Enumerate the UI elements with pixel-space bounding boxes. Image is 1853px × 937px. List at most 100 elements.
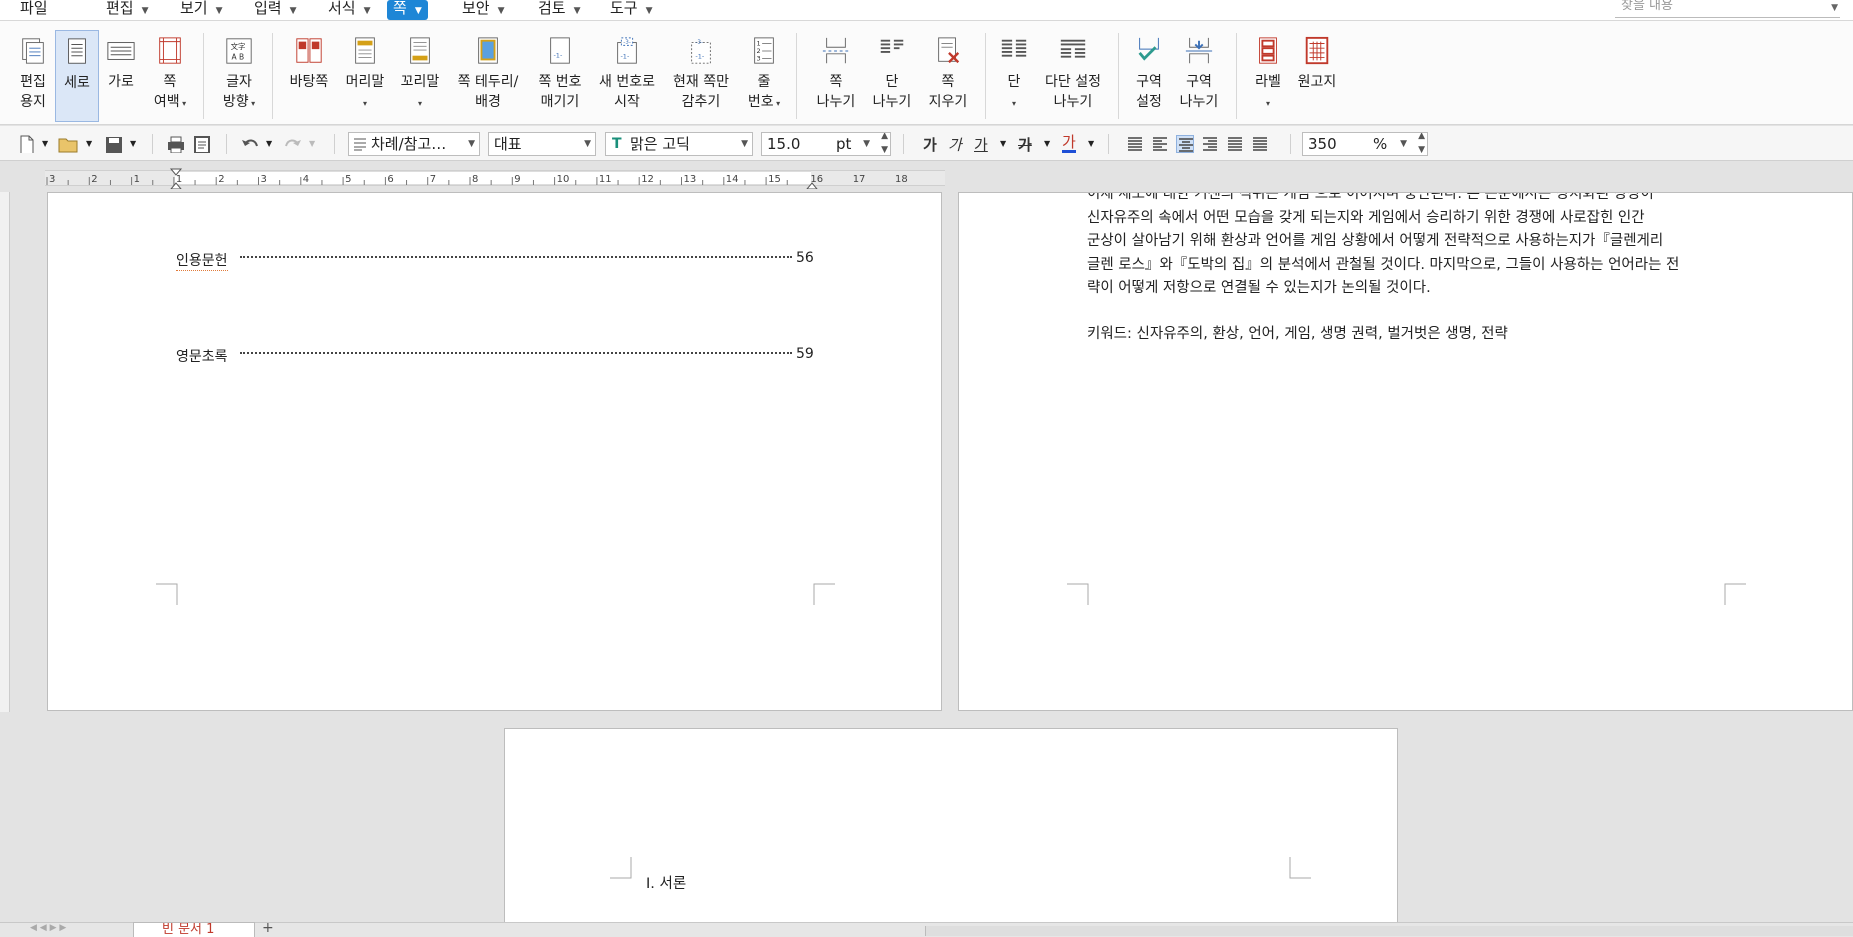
section-break-icon <box>1185 37 1213 64</box>
chevron-down-icon[interactable]: ▼ <box>130 139 136 157</box>
font-color-button[interactable]: 가 <box>1062 134 1076 153</box>
page-border-button[interactable]: 쪽 테두리/배경 <box>452 30 524 122</box>
manuscript-button[interactable]: 원고지 <box>1294 30 1340 122</box>
chevron-down-icon[interactable]: ▼ <box>266 139 272 157</box>
header-button[interactable]: 머리말 ▾ <box>342 30 388 122</box>
multi-column-button[interactable]: 다단 설정 나누기 <box>1040 30 1106 122</box>
chevron-down-icon[interactable]: ▼ <box>584 133 591 155</box>
ruler-tick-label: 11 <box>599 174 612 185</box>
align-left-icon[interactable] <box>1151 135 1169 153</box>
background-page-button[interactable]: 바탕쪽 <box>286 30 332 122</box>
text-direction-button[interactable]: 文字 A B 글자 방향 ▾ <box>217 30 261 122</box>
new-document-icon[interactable] <box>18 135 36 153</box>
ribbon-label: 여백 <box>153 94 180 110</box>
chevron-down-icon[interactable]: ▼ <box>1831 2 1838 14</box>
font-select[interactable]: T 맑은 고딕 ▼ <box>605 132 753 156</box>
delete-page-button[interactable]: 쪽 지우기 <box>922 30 974 122</box>
chevron-down-icon: ▼ <box>645 6 653 16</box>
tab-document-1[interactable]: 빈 문서 1 <box>133 922 255 937</box>
underline-button[interactable]: 가 <box>974 134 988 155</box>
redo-icon[interactable] <box>283 135 303 153</box>
find-input[interactable]: 찾을 내용 ▼ <box>1615 0 1840 18</box>
ruler-tick-label: 9 <box>514 174 520 185</box>
spin-icon[interactable]: ▲ ▼ <box>1418 133 1425 155</box>
horizontal-ruler[interactable]: 3 2 1 1 2 3 4 5 6 7 8 9 10 11 12 13 14 15 16 17 18 <box>45 167 945 189</box>
ruler-tick-label: 14 <box>726 174 739 185</box>
hide-page-button[interactable]: -3- -1- 현재 쪽만 감추기 <box>668 30 734 122</box>
font-size-field[interactable]: 15.0 pt ▼ ▲ ▼ <box>761 132 891 156</box>
footer-button[interactable]: 꼬리말 ▾ <box>397 30 443 122</box>
portrait-button[interactable]: 세로 <box>55 30 99 122</box>
chevron-down-icon: ▾ <box>1011 99 1016 108</box>
add-tab-button[interactable]: + <box>262 920 274 936</box>
page-1[interactable]: 인용문헌 56 영문초록 59 <box>47 192 942 711</box>
align-center-icon[interactable] <box>1176 135 1194 153</box>
toc-leader <box>240 352 792 354</box>
menu-item-4[interactable]: 서식 ▼ <box>322 0 377 20</box>
chevron-down-icon: ▼ <box>289 6 297 16</box>
menu-item-5[interactable]: 쪽 ▼ <box>387 0 428 20</box>
print-icon[interactable] <box>166 135 186 153</box>
spin-icon[interactable]: ▲ ▼ <box>881 133 888 155</box>
new-number-button[interactable]: -3- -1- 새 번호로 시작 <box>596 30 658 122</box>
column-break-button[interactable]: 단 나누기 <box>866 30 918 122</box>
tab-label: 빈 문서 1 <box>162 922 215 937</box>
chevron-down-icon[interactable]: ▼ <box>42 139 48 157</box>
chevron-down-icon[interactable]: ▼ <box>1088 139 1094 157</box>
page-margin-button[interactable]: 쪽 여백 ▾ <box>150 30 190 122</box>
bold-button[interactable]: 가 <box>923 134 937 155</box>
vertical-ruler[interactable] <box>0 192 10 712</box>
menu-item-7[interactable]: 검토 ▼ <box>532 0 587 20</box>
ribbon-label: 머리말 <box>345 74 385 90</box>
chevron-down-icon[interactable]: ▼ <box>741 133 748 155</box>
chevron-down-icon[interactable]: ▼ <box>86 139 92 157</box>
menu-item-1[interactable]: 편집 ▼ <box>100 0 155 20</box>
abstract-line: 군상이 살아남기 위해 환상과 언어를 게임 상황에서 어떻게 전략적으로 사용… <box>1087 233 1664 249</box>
menu-item-6[interactable]: 보안 ▼ <box>456 0 511 20</box>
strikethrough-button[interactable]: 가 <box>1018 134 1032 155</box>
section-setup-button[interactable]: 구역 설정 <box>1128 30 1170 122</box>
abstract-line: 신자유주의 속에서 어떤 모습을 갖게 되는지와 게임에서 승리하기 위한 경쟁… <box>1087 209 1645 226</box>
italic-button[interactable]: 가 <box>948 134 962 155</box>
section-break-button[interactable]: 구역 나누기 <box>1176 30 1222 122</box>
save-icon[interactable] <box>104 135 124 153</box>
ribbon-label: 새 번호로 <box>599 74 655 90</box>
page-2[interactable]: 이제 세모에 대한 거센의 적취는 게임 으로 이어지며 중단된다. 본 논문에… <box>958 192 1853 711</box>
column-button[interactable]: 단 ▾ <box>996 30 1032 122</box>
chevron-down-icon[interactable]: ▼ <box>1400 133 1407 155</box>
page-3[interactable]: I. 서론 <box>504 728 1398 928</box>
undo-icon[interactable] <box>240 135 260 153</box>
horizontal-scrollbar[interactable] <box>925 926 1853 936</box>
chevron-down-icon: ▾ <box>1265 99 1270 108</box>
ribbon-label: 번호 <box>747 94 774 110</box>
chevron-down-icon[interactable]: ▼ <box>468 133 475 155</box>
label-button[interactable]: 라벨 ▾ <box>1248 30 1288 122</box>
preview-icon[interactable] <box>192 135 212 153</box>
outline-select[interactable]: 대표 ▼ <box>488 132 596 156</box>
style-select[interactable]: 차례/참고… ▼ <box>348 132 480 156</box>
align-justify-icon[interactable] <box>1126 135 1144 153</box>
toc-page-number: 59 <box>796 346 814 362</box>
chevron-down-icon[interactable]: ▼ <box>1044 139 1050 157</box>
chevron-down-icon[interactable]: ▼ <box>863 133 870 155</box>
abstract-body: 이제 세모에 대한 거센의 적취는 게임 으로 이어지며 중단된다. 본 논문에… <box>1087 193 1727 301</box>
menu-item-3[interactable]: 입력 ▼ <box>248 0 303 20</box>
toolbar-separator <box>152 134 153 154</box>
edit-paper-button[interactable]: 편집 용지 <box>12 30 54 122</box>
ribbon-label: 현재 쪽만 <box>673 74 729 90</box>
menu-item-8[interactable]: 도구 ▼ <box>604 0 659 20</box>
align-distribute-icon[interactable] <box>1226 135 1244 153</box>
page-number-button[interactable]: -1- 쪽 번호 매기기 <box>533 30 587 122</box>
chevron-down-icon[interactable]: ▼ <box>309 139 315 157</box>
align-right-icon[interactable] <box>1201 135 1219 153</box>
landscape-button[interactable]: 가로 <box>101 30 141 122</box>
menu-item-0[interactable]: 파일 <box>14 0 54 20</box>
page-break-button[interactable]: 쪽 나누기 <box>810 30 862 122</box>
menu-item-2[interactable]: 보기 ▼ <box>174 0 229 20</box>
align-divide-icon[interactable] <box>1251 135 1269 153</box>
chevron-down-icon[interactable]: ▼ <box>1000 139 1006 157</box>
open-folder-icon[interactable] <box>58 135 80 153</box>
line-number-button[interactable]: 1 2 3 줄 번호 ▾ <box>745 30 783 122</box>
tab-nav-icon[interactable]: ◀ ◀ ▶ ▶ <box>30 923 66 933</box>
zoom-field[interactable]: 350 % ▼ ▲ ▼ <box>1302 132 1428 156</box>
